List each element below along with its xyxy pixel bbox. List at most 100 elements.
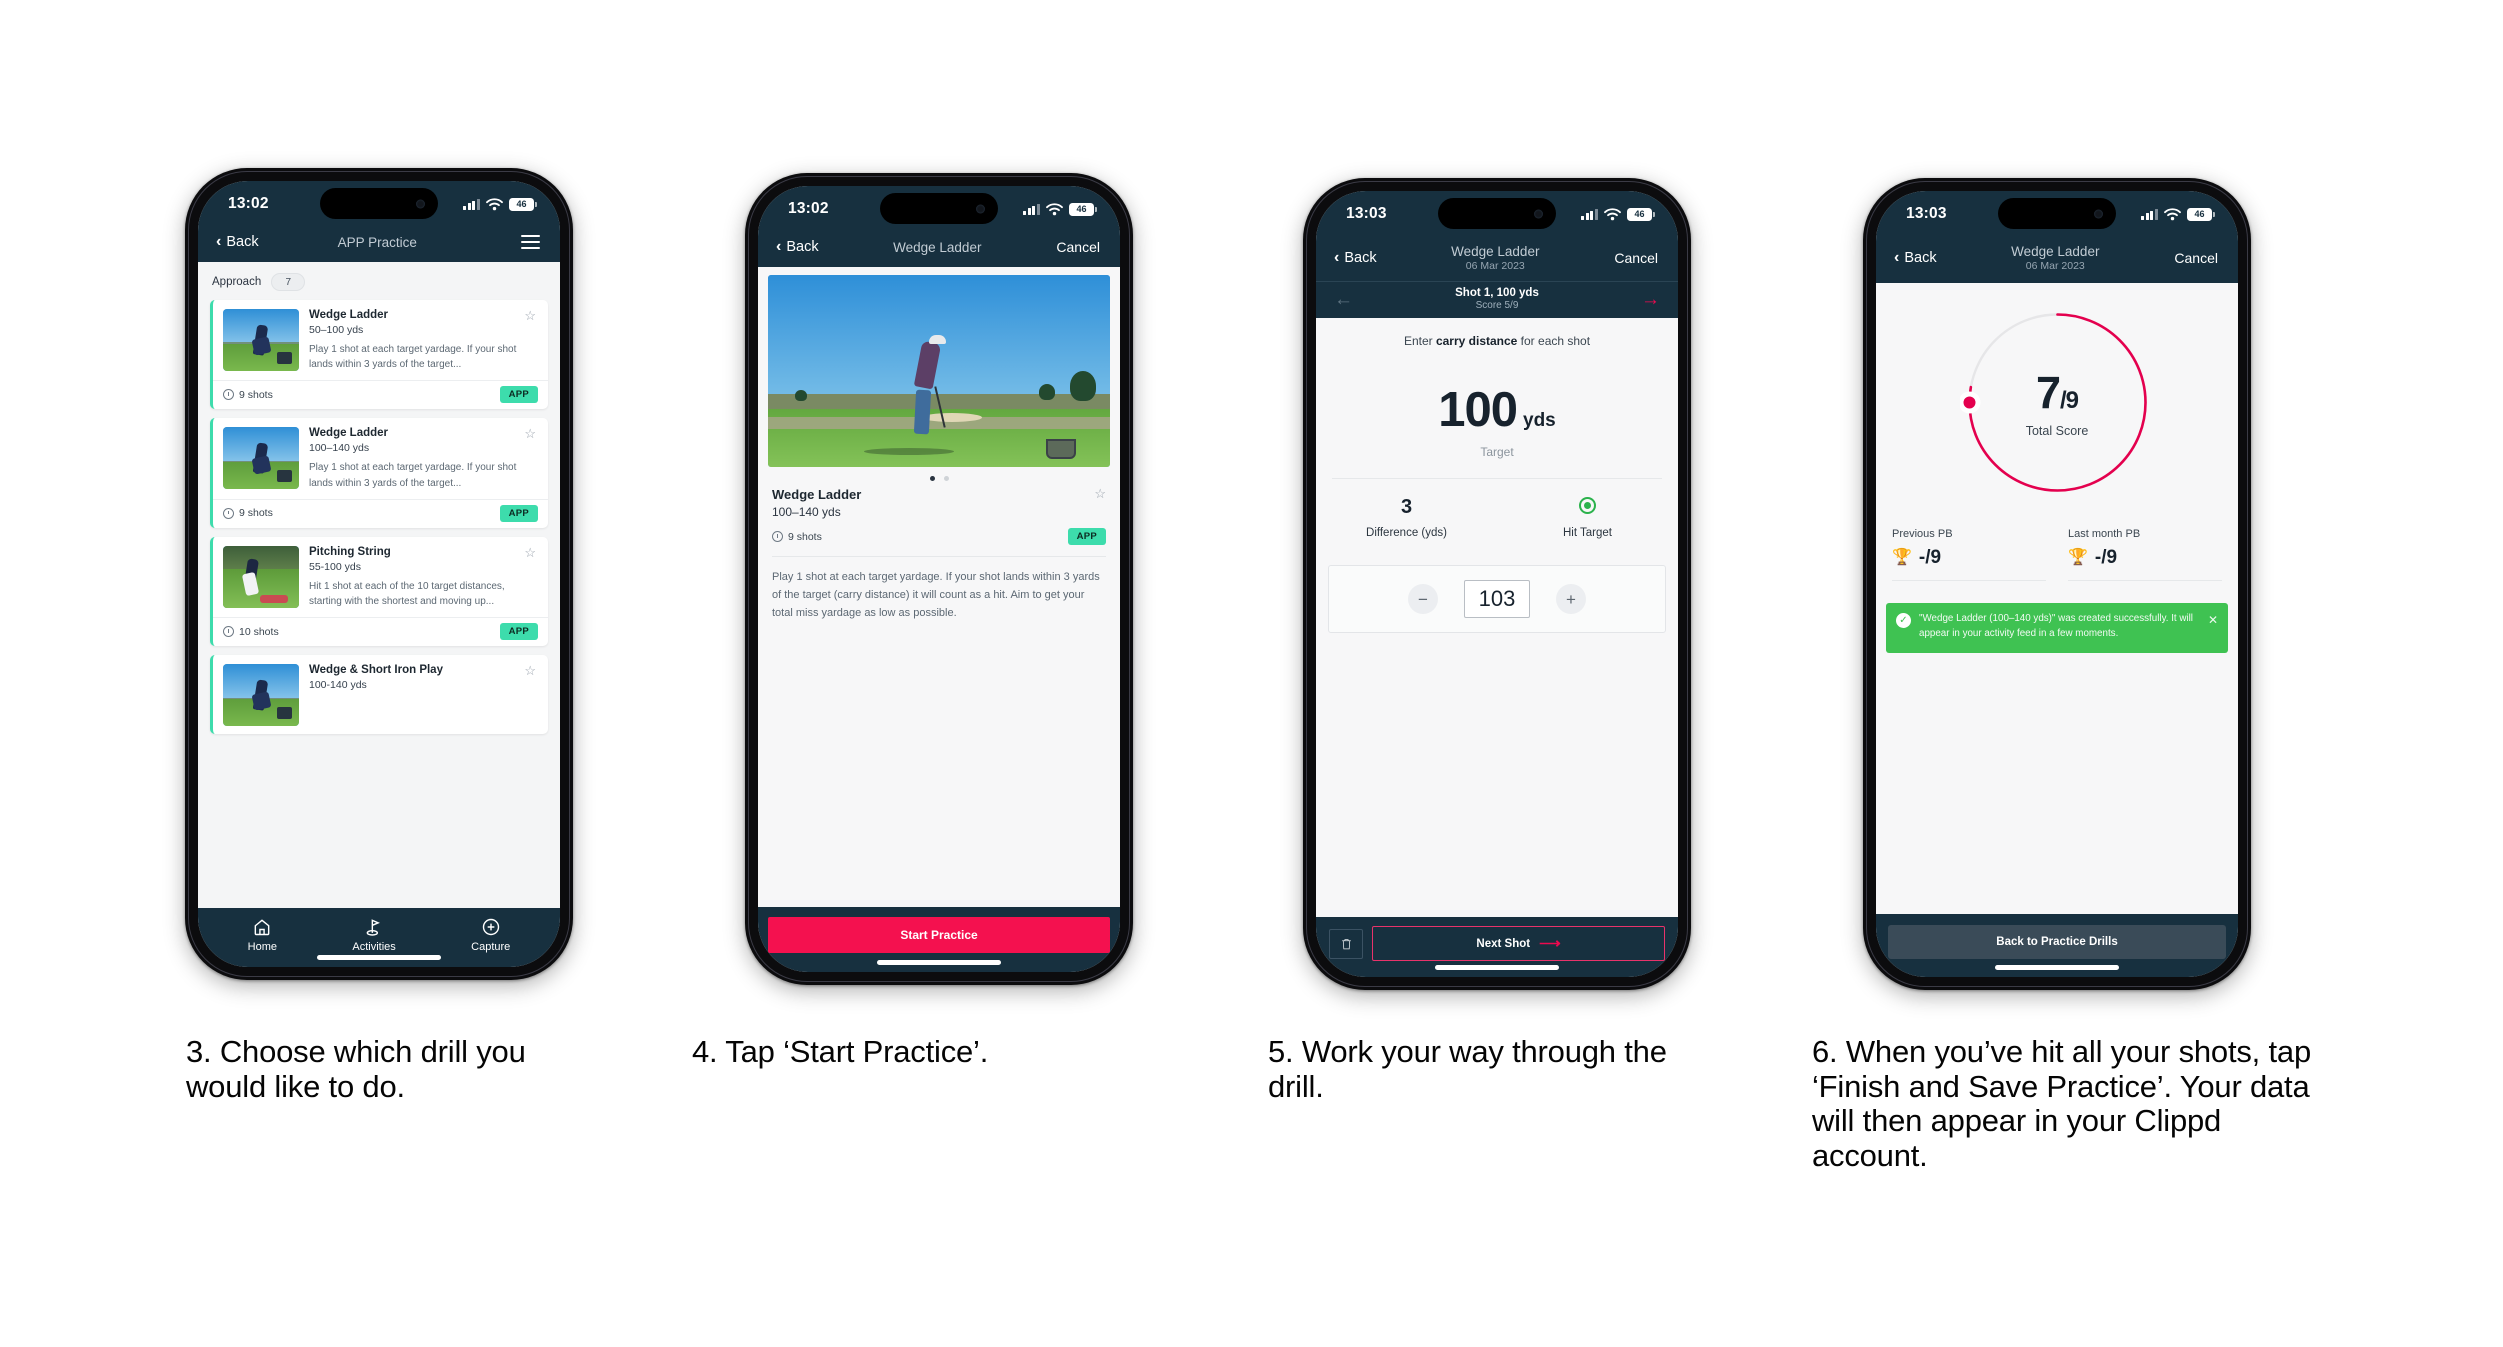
next-shot-icon[interactable]: → bbox=[1641, 290, 1660, 309]
cellular-signal-icon bbox=[463, 198, 480, 210]
drill-list-body[interactable]: Approach 7 Wedge Ladder ☆ 50–100 yds Pla… bbox=[198, 262, 560, 908]
drill-title: Wedge & Short Iron Play bbox=[309, 664, 443, 677]
close-icon[interactable]: ✕ bbox=[2208, 614, 2218, 626]
favourite-star-icon[interactable]: ☆ bbox=[524, 664, 536, 677]
menu-button[interactable] bbox=[496, 235, 540, 249]
screen-summary: 13:03 46 ‹ Back Wedge Ladder 06 Mar 2023… bbox=[1876, 191, 2238, 977]
increment-button[interactable]: + bbox=[1556, 584, 1586, 614]
score-numerator: 7 bbox=[2035, 367, 2061, 418]
home-indicator bbox=[1995, 965, 2119, 970]
drill-card[interactable]: Pitching String ☆ 55-100 yds Hit 1 shot … bbox=[210, 536, 548, 647]
drill-description: Play 1 shot at each target yardage. If y… bbox=[309, 344, 517, 371]
cancel-button[interactable]: Cancel bbox=[1056, 239, 1100, 255]
chevron-left-icon: ‹ bbox=[1334, 249, 1340, 266]
drill-title: Wedge Ladder bbox=[309, 309, 389, 321]
battery-icon: 46 bbox=[1627, 207, 1655, 221]
drill-thumbnail bbox=[223, 309, 299, 371]
favourite-star-icon[interactable]: ☆ bbox=[524, 546, 536, 559]
next-shot-button[interactable]: Next Shot ⟶ bbox=[1372, 926, 1665, 961]
back-button[interactable]: ‹ Back bbox=[1894, 250, 1937, 267]
stat-difference: 3 Difference (yds) bbox=[1316, 496, 1497, 539]
drill-shots: 9 shots bbox=[772, 531, 822, 543]
tab-home[interactable]: Home bbox=[248, 917, 277, 953]
favourite-star-icon[interactable]: ☆ bbox=[1094, 487, 1106, 500]
drill-meta: Wedge & Short Iron Play ☆ 100-140 yds bbox=[309, 664, 538, 726]
home-indicator bbox=[317, 955, 441, 960]
drill-card-top: Wedge & Short Iron Play ☆ 100-140 yds bbox=[213, 655, 548, 734]
hit-target-label: Hit Target bbox=[1562, 527, 1612, 539]
total-score-gauge: 7/9 Total Score bbox=[1959, 305, 2155, 500]
previous-shot-icon[interactable]: ← bbox=[1334, 290, 1353, 309]
caption-step-3: 3. Choose which drill you would like to … bbox=[186, 1034, 526, 1104]
drill-thumbnail bbox=[223, 664, 299, 727]
tab-activities[interactable]: Activities bbox=[352, 917, 396, 953]
carousel-dot-active[interactable] bbox=[929, 476, 935, 481]
back-to-practice-drills-button[interactable]: Back to Practice Drills bbox=[1888, 925, 2226, 959]
drill-range: 100-140 yds bbox=[309, 679, 367, 692]
summary-body: 7/9 Total Score Previous PB 🏆 -/9 Last mo… bbox=[1876, 283, 2238, 914]
status-indicators: 46 bbox=[1581, 207, 1655, 221]
cancel-button[interactable]: Cancel bbox=[1614, 250, 1658, 266]
check-icon: ✓ bbox=[1896, 613, 1911, 628]
back-label: Back bbox=[1344, 250, 1377, 266]
hit-target-icon bbox=[1579, 497, 1596, 514]
tutorial-screenshot-board: 13:02 46 ‹ Back APP Practice Approach 7 … bbox=[0, 0, 2503, 1347]
start-practice-button[interactable]: Start Practice bbox=[768, 917, 1110, 953]
clock-icon bbox=[223, 507, 234, 519]
page-title-text: Wedge Ladder bbox=[893, 239, 982, 255]
page-subtitle-date: 06 Mar 2023 bbox=[2025, 260, 2085, 272]
cellular-signal-icon bbox=[2141, 208, 2158, 220]
drill-shots-label: 10 shots bbox=[239, 625, 279, 638]
carousel-dots[interactable] bbox=[758, 467, 1120, 485]
drill-shots-label: 9 shots bbox=[239, 507, 273, 520]
back-button[interactable]: ‹ Back bbox=[776, 239, 819, 256]
status-time: 13:03 bbox=[1346, 205, 1387, 222]
target-label: Target bbox=[1480, 445, 1514, 459]
section-header-approach: Approach 7 bbox=[198, 262, 560, 300]
cellular-signal-icon bbox=[1581, 208, 1598, 220]
favourite-star-icon[interactable]: ☆ bbox=[524, 309, 536, 322]
cancel-button[interactable]: Cancel bbox=[2174, 250, 2218, 266]
back-button[interactable]: ‹ Back bbox=[1334, 249, 1377, 267]
total-score-value: 7/9 bbox=[2035, 367, 2079, 419]
carousel-dot[interactable] bbox=[943, 476, 949, 481]
plus-circle-icon bbox=[482, 918, 499, 936]
front-camera-icon bbox=[2094, 209, 2103, 218]
drill-detail-body: Wedge Ladder 100–140 yds ☆ 9 shots APP P… bbox=[758, 267, 1120, 907]
drill-meta: Wedge Ladder ☆ 100–140 yds Play 1 shot a… bbox=[309, 427, 538, 490]
shot-label: Shot 1, 100 yds bbox=[1455, 287, 1539, 299]
tab-home-label: Home bbox=[247, 941, 278, 953]
drill-card[interactable]: Wedge & Short Iron Play ☆ 100-140 yds bbox=[210, 655, 548, 735]
gauge-center-label: 7/9 Total Score bbox=[1960, 305, 2155, 500]
favourite-star-icon[interactable]: ☆ bbox=[524, 427, 536, 440]
drill-title: Pitching String bbox=[309, 545, 391, 558]
decrement-button[interactable]: − bbox=[1408, 584, 1438, 614]
page-subtitle-date: 06 Mar 2023 bbox=[1465, 260, 1525, 272]
drill-card-footer: 9 shots APP bbox=[213, 380, 548, 409]
drill-shots-label: 9 shots bbox=[788, 530, 822, 543]
trophy-icon: 🏆 bbox=[1892, 549, 1912, 566]
drill-title: Wedge Ladder bbox=[772, 487, 862, 502]
phone-summary: 13:03 46 ‹ Back Wedge Ladder 06 Mar 2023… bbox=[1863, 178, 2251, 990]
carry-distance-stepper[interactable]: − 103 + bbox=[1328, 565, 1666, 633]
drill-card[interactable]: Wedge Ladder ☆ 50–100 yds Play 1 shot at… bbox=[210, 300, 548, 410]
page-title: APP Practice bbox=[259, 235, 496, 250]
carry-distance-input[interactable]: 103 bbox=[1464, 580, 1530, 618]
drill-card-footer: 10 shots APP bbox=[213, 617, 548, 646]
section-label: Approach bbox=[212, 276, 262, 288]
drill-category-badge: APP bbox=[1067, 528, 1106, 545]
status-time: 13:02 bbox=[228, 195, 269, 212]
next-shot-label: Next Shot bbox=[1476, 937, 1531, 950]
drill-shots: 10 shots bbox=[223, 626, 279, 638]
nav-bar: ‹ Back APP Practice bbox=[198, 227, 560, 262]
status-bar: 13:03 46 bbox=[1876, 191, 2238, 237]
tab-capture[interactable]: Capture bbox=[471, 917, 510, 953]
page-title-text: Wedge Ladder bbox=[1451, 244, 1540, 259]
back-button[interactable]: ‹ Back bbox=[216, 234, 259, 251]
drill-hero-image[interactable] bbox=[768, 275, 1110, 467]
delete-shot-button[interactable] bbox=[1329, 928, 1363, 959]
page-title: Wedge Ladder bbox=[819, 240, 1056, 255]
golf-flag-icon bbox=[366, 919, 381, 936]
shot-stats: 3 Difference (yds) Hit Target bbox=[1316, 496, 1678, 539]
drill-card[interactable]: Wedge Ladder ☆ 100–140 yds Play 1 shot a… bbox=[210, 418, 548, 528]
